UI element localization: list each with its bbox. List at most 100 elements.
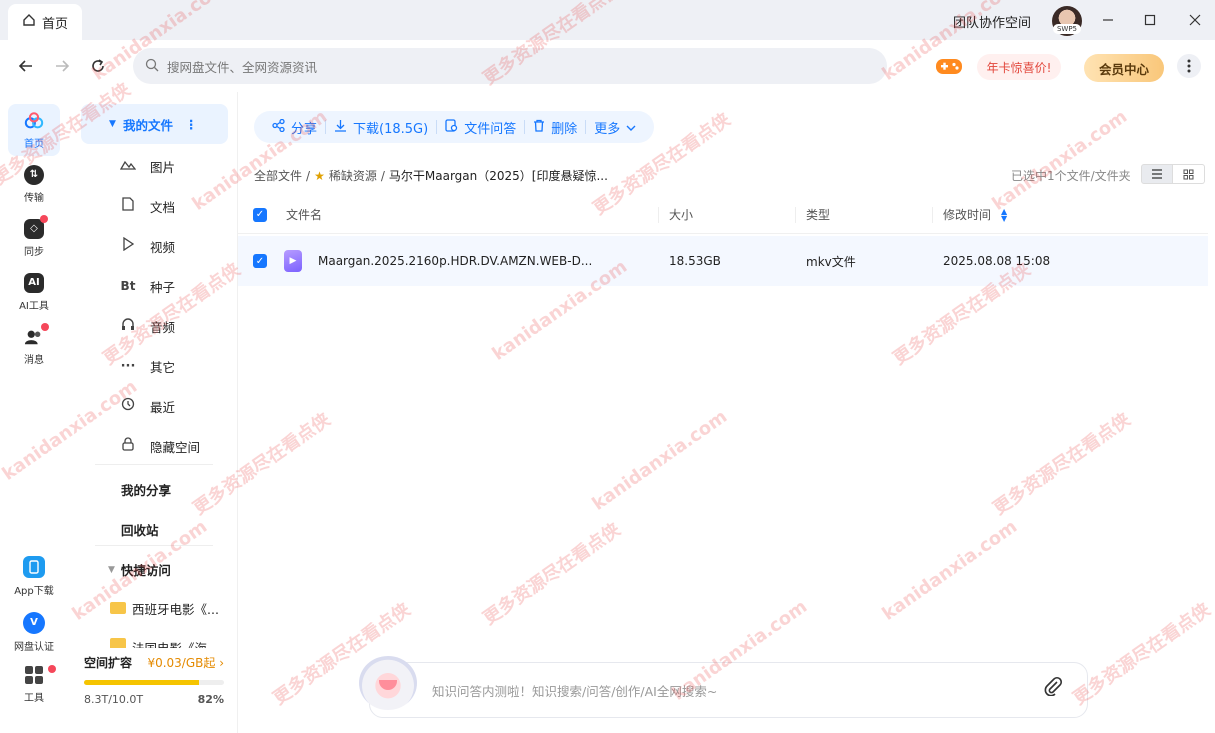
breadcrumb-root[interactable]: 全部文件 [254,167,302,184]
sidebar-item-label: 其它 [150,359,176,375]
refresh-icon[interactable] [86,54,110,78]
attachment-icon[interactable] [1043,676,1063,701]
sidebar-item-recent[interactable]: 最近 [120,396,175,416]
sidebar-item-audio[interactable]: 音频 [120,316,175,336]
header-name[interactable]: 文件名 [286,196,322,233]
avatar-badge: SWP5 [1053,24,1081,34]
rail-item-verify[interactable]: V 网盘认证 [8,606,60,658]
file-modified: 2025.08.08 15:08 [943,254,1051,268]
rail-item-home[interactable]: 首页 [8,104,60,156]
list-view-button[interactable] [1141,164,1173,184]
check-icon: ✓ [253,207,267,222]
back-icon[interactable] [14,54,38,78]
sidebar-my-files[interactable]: ▼ 我的文件 ⋮ [81,104,228,144]
ai-mascot-icon[interactable] [359,656,417,710]
sidebar-item-hidden-space[interactable]: 隐藏空间 [120,436,200,456]
share-icon [272,118,285,136]
sidebar-recycle-bin[interactable]: 回收站 [121,520,159,539]
sidebar-my-share[interactable]: 我的分享 [121,480,171,499]
folder-icon [110,602,126,614]
header-type[interactable]: 类型 [806,196,830,233]
storage-used: 8.3T/10.0T [84,693,144,706]
vip-center-button[interactable]: 会员中心 [1084,54,1164,82]
caret-down-icon: ▼ [108,564,115,575]
audio-icon [120,317,136,335]
sidebar-item-other[interactable]: ··· 其它 [120,356,175,376]
quick-access-item[interactable]: 西班牙电影《... [110,598,219,618]
storage-price: ¥0.03/GB起 › [147,656,224,670]
divider [95,464,213,465]
rail-label: 网盘认证 [14,641,54,653]
my-files-label: 我的文件 [123,117,174,133]
sidebar-item-torrent[interactable]: Bt 种子 [120,276,175,296]
transfer-icon: ⇅ [24,164,44,185]
file-size: 18.53GB [669,254,721,268]
rail-label: 消息 [24,354,44,366]
file-name-cell[interactable]: ▶ Maargan.2025.2160p.HDR.DV.AMZN.WEB-D..… [284,236,592,286]
grid-view-button[interactable] [1173,164,1205,184]
share-button[interactable]: 分享 [264,118,325,137]
kebab-icon[interactable]: ⋮ [185,117,198,132]
title-bar: 首页 团队协作空间 SWP5 [0,0,1215,40]
trash-icon [533,119,545,136]
rail-item-sync[interactable]: ◇ 同步 [8,212,60,264]
torrent-icon: Bt [120,279,136,293]
sort-icon: ▲ ▼ [1001,206,1008,223]
minimize-button[interactable] [1098,10,1118,30]
cloud-icon [24,111,44,131]
header-modified[interactable]: 修改时间 ▲ ▼ [943,196,1007,233]
ai-tools-icon: AI [24,272,44,293]
video-file-icon: ▶ [284,250,302,272]
rail-item-tools[interactable]: 工具 [8,658,60,710]
search-input[interactable]: 搜网盘文件、全网资源资讯 [133,48,887,84]
sidebar-item-images[interactable]: 图片 [119,156,175,176]
forward-icon[interactable] [50,54,74,78]
close-button[interactable] [1185,10,1205,30]
search-icon [145,58,159,75]
rail-item-messages[interactable]: 消息 [8,320,60,372]
promo-badge[interactable]: 年卡惊喜价! [977,54,1061,80]
rail-item-transfer[interactable]: ⇅ 传输 [8,158,60,210]
selection-info: 已选中1个文件/文件夹 [1011,169,1131,183]
sync-icon: ◇ [24,214,48,239]
rail-label: 传输 [24,192,44,204]
grid-icon [1183,169,1194,179]
header-size[interactable]: 大小 [669,196,693,233]
select-all-checkbox[interactable]: ✓ [253,196,267,233]
delete-button[interactable]: 删除 [525,118,585,137]
team-space-link[interactable]: 团队协作空间 [953,12,1031,31]
breadcrumb-folder[interactable]: 稀缺资源 [329,167,377,184]
file-name: Maargan.2025.2160p.HDR.DV.AMZN.WEB-D... [318,254,593,268]
table-header: ✓ 文件名 大小 类型 修改时间 ▲ ▼ [238,196,1208,234]
more-button[interactable]: 更多 [586,118,644,137]
column-divider [658,207,659,223]
share-label: 分享 [291,121,318,137]
sidebar-item-video[interactable]: 视频 [120,236,175,256]
sidebar-item-documents[interactable]: 文档 [120,196,175,216]
quick-access-item[interactable]: 法国电影《海 [110,638,207,648]
tab-home[interactable]: 首页 [8,4,82,40]
quick-access-label: 西班牙电影《... [132,601,219,617]
sidebar-item-label: 文档 [150,199,176,215]
app-download-icon [23,555,45,578]
maximize-button[interactable] [1140,10,1160,30]
game-icon[interactable] [935,55,963,77]
sidebar-quick-access[interactable]: ▼ 快捷访问 [108,560,171,579]
action-toolbar: 分享 下载(18.5G) 文件问答 删除 更多 [254,111,655,143]
file-qa-button[interactable]: 文件问答 [437,118,524,137]
nav-bar: 搜网盘文件、全网资源资讯 年卡惊喜价! 会员中心 [0,40,1215,92]
download-button[interactable]: 下载(18.5G) [326,118,436,137]
breadcrumb-separator: / [380,168,385,183]
view-toggle [1141,164,1205,184]
file-type: mkv文件 [806,254,856,269]
row-checkbox[interactable]: ✓ [253,236,267,286]
quick-access-label: 法国电影《海 [132,638,207,648]
rail-item-app-download[interactable]: App下载 [8,550,60,602]
table-row[interactable]: ✓ ▶ Maargan.2025.2160p.HDR.DV.AMZN.WEB-D… [238,236,1208,286]
rail-item-ai-tools[interactable]: AI AI工具 [8,266,60,318]
more-options-icon[interactable] [1177,54,1201,78]
storage-panel[interactable]: 空间扩容 ¥0.03/GB起 › 8.3T/10.0T 82% [84,654,224,706]
breadcrumb-current: 马尔干Maargan（2025）[印度悬疑惊... [388,169,608,183]
rail-label: 同步 [24,246,44,258]
ai-search-input[interactable]: 知识问答内测啦！知识搜索/问答/创作/AI全网搜索~ [369,662,1088,718]
